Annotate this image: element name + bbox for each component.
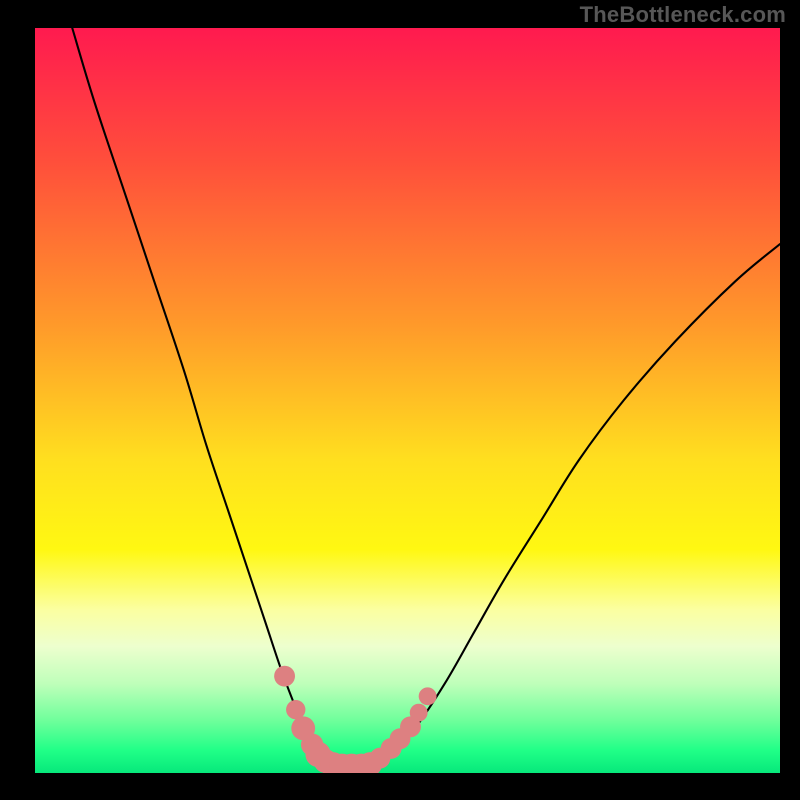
watermark: TheBottleneck.com: [580, 2, 786, 28]
data-marker: [419, 687, 437, 705]
bottleneck-chart: [35, 28, 780, 773]
chart-background: [35, 28, 780, 773]
chart-stage: TheBottleneck.com: [0, 0, 800, 800]
data-marker: [274, 666, 295, 687]
data-marker: [410, 704, 428, 722]
